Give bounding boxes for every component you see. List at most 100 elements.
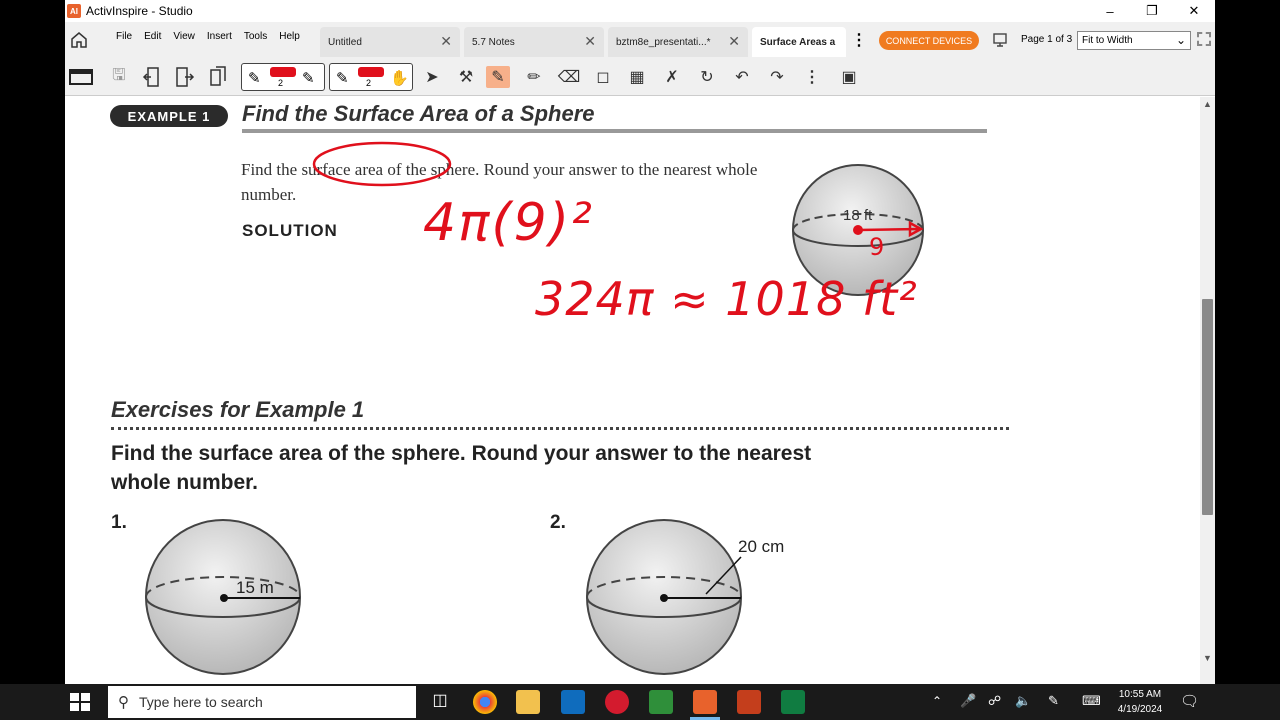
chrome-icon[interactable] [473, 690, 497, 714]
customize-toolbar-icon[interactable]: ▣ [837, 66, 861, 88]
scroll-down-icon[interactable]: ▼ [1203, 653, 1212, 663]
exercise-1-sphere [145, 519, 301, 675]
menu-edit[interactable]: Edit [138, 31, 167, 42]
ink-radius-value: 9 [869, 233, 885, 261]
pen-color-swatch[interactable] [270, 67, 296, 77]
right-letterbox [1215, 0, 1280, 720]
microphone-icon[interactable]: 🎤 [960, 693, 976, 709]
tab-untitled[interactable]: Untitled ✕ [320, 27, 460, 57]
example-sphere-label: 18 ft [843, 207, 873, 224]
tab-5-7-notes[interactable]: 5.7 Notes ✕ [464, 27, 604, 57]
ink-result: 324π ≈ 1018 ft² [535, 272, 918, 326]
notifications-icon[interactable]: 🗨 [1180, 692, 1199, 710]
activinspire-app-icon: AI [67, 4, 81, 18]
file-explorer-icon[interactable] [516, 690, 540, 714]
pen-tool-group-1[interactable]: ✎ 2 ✎ [241, 63, 325, 91]
tab-close-icon[interactable]: ✕ [584, 33, 596, 50]
clock-date: 4/19/2024 [1117, 704, 1163, 715]
shapes-icon[interactable]: ◻ [591, 66, 615, 88]
tab-label: Surface Areas a [760, 37, 836, 48]
show-hidden-icons[interactable]: ⌃ [932, 694, 942, 708]
calculator-app-icon[interactable] [649, 690, 673, 714]
pen-color-swatch[interactable] [358, 67, 384, 77]
tab-bztm8e-presentation[interactable]: bztm8e_presentati...* ✕ [608, 27, 748, 57]
save-icon[interactable]: 🖫 [107, 66, 131, 88]
publisher-icon[interactable] [781, 690, 805, 714]
previous-page-icon[interactable] [140, 66, 164, 88]
clear-annotations-icon[interactable]: ✗ [660, 66, 684, 88]
network-icon[interactable]: ☍ [988, 693, 1001, 709]
hand-icon[interactable]: ✋ [390, 69, 409, 87]
volume-icon[interactable]: 🔈 [1015, 693, 1031, 709]
menu-tools[interactable]: Tools [238, 31, 273, 42]
tools-icon[interactable]: ⚒ [454, 66, 478, 88]
tab-label: 5.7 Notes [472, 37, 515, 48]
main-menu: File Edit View Insert Tools Help [110, 31, 306, 42]
exercises-rule [111, 427, 1009, 430]
flipchart-canvas[interactable]: EXAMPLE 1 Find the Surface Area of a Sph… [65, 97, 1200, 684]
pen-active-icon[interactable]: ✎ [486, 66, 510, 88]
keyboard-icon[interactable]: ⌨ [1082, 693, 1101, 709]
menu-view[interactable]: View [167, 31, 201, 42]
next-page-icon[interactable] [173, 66, 197, 88]
highlighter-icon[interactable]: ✎ [302, 69, 315, 87]
window-controls: – ❐ ✕ [1089, 0, 1215, 22]
tab-label: Untitled [328, 37, 362, 48]
search-placeholder: Type here to search [139, 694, 263, 710]
scrollbar-thumb[interactable] [1202, 299, 1213, 515]
title-bar: AI ActivInspire - Studio – ❐ ✕ [65, 0, 1215, 22]
menu-insert[interactable]: Insert [201, 31, 238, 42]
menu-tab-bar: File Edit View Insert Tools Help Untitle… [65, 22, 1215, 58]
ink-circle-surface-area [312, 141, 452, 187]
exercises-title: Exercises for Example 1 [111, 397, 365, 422]
close-icon[interactable]: ✕ [1173, 0, 1215, 22]
restore-icon[interactable]: ❐ [1131, 0, 1173, 22]
minimize-icon[interactable]: – [1089, 0, 1131, 22]
select-cursor-icon[interactable]: ➤ [420, 66, 444, 88]
ink-formula: 4π(9)² [423, 193, 594, 253]
eraser-icon[interactable]: ⌫ [557, 66, 581, 88]
windows-start-icon[interactable] [70, 693, 90, 711]
exercise-2-number: 2. [550, 512, 566, 533]
task-view-icon[interactable]: ◫ [428, 690, 452, 714]
redo-icon[interactable]: ↷ [765, 66, 789, 88]
activinspire-taskbar-icon[interactable] [693, 690, 717, 714]
page-indicator: Page 1 of 3 [1021, 34, 1073, 45]
outlook-icon[interactable] [561, 690, 585, 714]
zoom-select[interactable]: Fit to Width ⌄ [1077, 31, 1191, 50]
tab-close-icon[interactable]: ✕ [440, 33, 452, 50]
vertical-scrollbar[interactable]: ▲ ▼ [1200, 97, 1215, 684]
opera-icon[interactable] [605, 690, 629, 714]
fullscreen-icon[interactable] [1197, 32, 1211, 46]
more-tabs-icon[interactable]: ⋮ [851, 30, 867, 50]
left-letterbox [0, 0, 65, 720]
tab-surface-areas[interactable]: Surface Areas a [752, 27, 846, 57]
calculator-icon[interactable]: ▦ [625, 66, 649, 88]
tab-close-icon[interactable]: ✕ [728, 33, 740, 50]
connect-devices-button[interactable]: CONNECT DEVICES [879, 31, 979, 50]
pen-icon[interactable]: ✎ [336, 69, 349, 87]
menu-file[interactable]: File [110, 31, 138, 42]
clock-time: 10:55 AM [1118, 689, 1162, 700]
more-tools-icon[interactable]: ⋮ [800, 66, 824, 88]
main-menu-icon[interactable] [69, 66, 93, 88]
reset-page-icon[interactable]: ↻ [695, 66, 719, 88]
system-clock[interactable]: 10:55 AM 4/19/2024 [1108, 687, 1172, 717]
pen-icon[interactable]: ✎ [248, 69, 261, 87]
pen-width: 2 [366, 78, 372, 88]
menu-help[interactable]: Help [273, 31, 306, 42]
exercise-2-radius-label: 20 cm [738, 537, 785, 556]
powerpoint-icon[interactable] [737, 690, 761, 714]
pen-width: 2 [278, 78, 284, 88]
exercise-1-number: 1. [111, 512, 127, 533]
page-copy-icon[interactable] [207, 66, 231, 88]
search-icon: ⚲ [118, 694, 129, 711]
presenter-icon[interactable] [992, 32, 1008, 48]
scroll-up-icon[interactable]: ▲ [1203, 99, 1212, 109]
home-icon[interactable] [69, 30, 89, 50]
highlighter-icon[interactable]: ✏ [522, 66, 546, 88]
pen-ink-icon[interactable]: ✎ [1048, 693, 1059, 709]
undo-icon[interactable]: ↶ [730, 66, 754, 88]
taskbar-search[interactable]: ⚲ Type here to search [108, 686, 416, 718]
pen-tool-group-2[interactable]: ✎ 2 ✋ [329, 63, 413, 91]
